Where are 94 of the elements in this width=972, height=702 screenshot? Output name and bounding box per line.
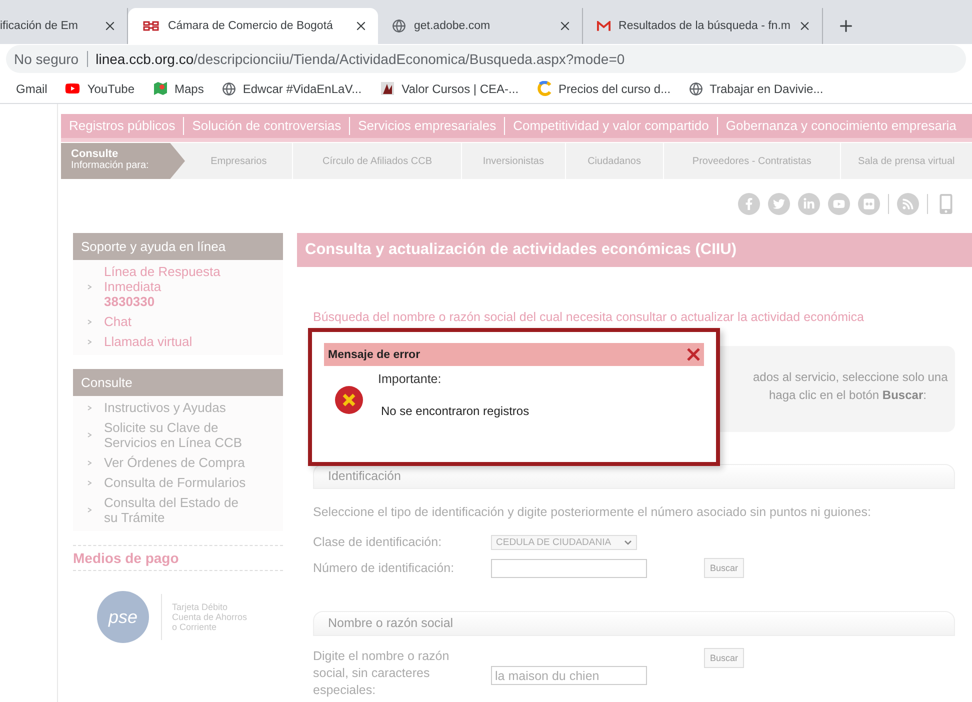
sidebar-heading: Soporte y ayuda en línea	[73, 233, 283, 260]
close-icon[interactable]	[103, 19, 117, 33]
bookmark[interactable]: Precios del curso d...	[536, 81, 671, 96]
browser-tab[interactable]: Cámara de Comercio de Bogotá	[128, 8, 378, 44]
select-field[interactable]: CEDULA DE CIUDADANIA	[491, 535, 637, 550]
nav-link[interactable]: Competitividad y valor compartido	[504, 117, 717, 135]
close-icon[interactable]	[354, 19, 368, 33]
sidebar-link[interactable]: Solicite su Clave de Servicios en Línea CCB	[87, 420, 283, 450]
sidebar-link[interactable]: Consulta del Estado de su Trámite	[87, 495, 283, 525]
chevron-icon	[87, 432, 92, 438]
security-label: No seguro	[14, 51, 88, 67]
info-text: haga clic en el botón Buscar:	[769, 388, 928, 402]
error-icon	[334, 385, 364, 415]
bookmark[interactable]: Gmail	[16, 82, 48, 96]
video-icon	[65, 81, 80, 96]
facebook-icon[interactable]	[738, 193, 760, 215]
rss-icon[interactable]	[897, 193, 919, 215]
sub-nav-title: Consulte	[71, 148, 120, 160]
intro-text: Búsqueda del nombre o razón social del cual necesita consultar o actualizar la actividad económica	[313, 310, 866, 324]
globe-icon	[688, 82, 703, 96]
sub-nav-link[interactable]: Proveedores - Contratistas	[662, 143, 840, 179]
bookmark[interactable]: Trabajar en Davivie...	[688, 82, 824, 96]
bookmark[interactable]: Maps	[152, 81, 204, 96]
sidebar-link[interactable]: Ver Órdenes de Compra	[87, 455, 283, 470]
page-title: Consulta y actualización de actividades económicas (CIIU)	[297, 233, 972, 267]
image-icon	[380, 81, 395, 96]
section-header: Nombre o razón social	[313, 611, 955, 636]
ring-icon	[536, 81, 552, 96]
sidebar-link-text: Llamada virtual	[104, 334, 192, 349]
chevron-icon	[87, 404, 92, 410]
chevron-icon	[87, 284, 92, 290]
globe-icon	[392, 19, 406, 33]
field-label: Digite el nombre o razón social, sin caracteres especiales:	[313, 648, 450, 699]
bookmark[interactable]: YouTube	[65, 81, 134, 96]
section-header: Identificación	[313, 464, 955, 489]
address-url: linea.ccb.org.co/descripcionciiu/Tienda/ActividadEconomica/Busqueda.aspx?mode=0	[96, 51, 625, 67]
sidebar-link-text: Línea de Respuesta Inmediata 3830330	[104, 264, 222, 309]
nav-link[interactable]: Registros públicos	[61, 117, 184, 135]
address-bar[interactable]: No seguro linea.ccb.org.co/descripcionciiu/Tienda/ActividadEconomica/Busqueda.aspx?mode=0	[6, 45, 966, 73]
chevron-icon	[87, 507, 92, 513]
input-field[interactable]: la maison du chien	[491, 666, 647, 685]
search-button[interactable]: Buscar	[704, 558, 744, 578]
map-icon	[152, 81, 168, 96]
payment-caption: Cuenta de Ahorros	[172, 612, 248, 622]
bookmark[interactable]: Valor Cursos | CEA-...	[380, 81, 519, 96]
instructions-text: Seleccione el tipo de identificación y digite posteriormente el número asociado sin puntos ni guiones:	[313, 505, 872, 519]
sidebar-link-text: Consulta del Estado de su Trámite	[104, 495, 240, 525]
payment-logo: pse	[97, 591, 149, 643]
chevron-icon	[87, 460, 92, 466]
sidebar-link[interactable]: Chat	[87, 314, 283, 329]
sub-nav-link[interactable]: Ciudadanos	[564, 143, 663, 179]
sidebar-heading: Consulte	[73, 369, 283, 396]
sidebar-link[interactable]: Llamada virtual	[87, 334, 283, 349]
sidebar-link-text: Instructivos y Ayudas	[104, 400, 227, 415]
sidebar-link-text: Solicite su Clave de Servicios en Línea CCB	[104, 420, 244, 450]
sub-nav-link[interactable]: Sala de prensa virtual	[840, 143, 972, 179]
new-tab-icon[interactable]	[837, 17, 855, 35]
nav-link[interactable]: Solución de controversias	[183, 117, 350, 135]
youtube-icon[interactable]	[828, 193, 850, 215]
linkedin-icon[interactable]	[798, 193, 820, 215]
sidebar-link-text: Chat	[104, 314, 132, 329]
chevron-icon	[87, 480, 92, 486]
sidebar-link-text: Consulta de Formularios	[104, 475, 247, 490]
nav-link[interactable]: Gobernanza y conocimiento empresaria	[716, 117, 964, 135]
sidebar-link[interactable]: Consulta de Formularios	[87, 475, 283, 490]
search-button[interactable]: Buscar	[704, 648, 744, 668]
input-field[interactable]	[491, 558, 647, 578]
globe-icon	[222, 82, 236, 96]
payment-caption: Tarjeta Débito	[172, 602, 229, 612]
field-label: Clase de identificación:	[313, 534, 443, 551]
payment-caption: o Corriente	[172, 622, 218, 632]
nav-link[interactable]: Servicios empresariales	[349, 117, 504, 135]
section-title: Medios de pago	[73, 545, 283, 571]
flickr-icon[interactable]	[858, 193, 880, 215]
sidebar-link[interactable]: Instructivos y Ayudas	[87, 400, 283, 415]
chevron-icon	[87, 338, 92, 344]
close-icon[interactable]	[558, 19, 572, 33]
sub-nav-subtitle: Información para:	[71, 160, 150, 171]
twitter-icon[interactable]	[768, 193, 790, 215]
sidebar-link-text: Ver Órdenes de Compra	[104, 455, 246, 470]
dialog-title: Mensaje de error	[328, 348, 420, 360]
chevron-down-icon	[624, 540, 632, 545]
dialog-heading: Importante:	[378, 372, 442, 386]
dialog-message: No se encontraron registros	[381, 404, 530, 418]
field-label: Número de identificación:	[313, 560, 456, 576]
sub-nav-link[interactable]: Círculo de Afiliados CCB	[292, 143, 462, 179]
sub-nav-link[interactable]: Inversionistas	[461, 143, 565, 179]
sub-nav-link[interactable]: Empresarios	[185, 143, 292, 179]
bookmark[interactable]: Edwcar #VidaEnLaV...	[222, 82, 362, 96]
logo-icon	[142, 20, 160, 32]
chevron-icon	[87, 318, 92, 324]
info-text: ados al servicio, seleccione solo una	[753, 370, 949, 384]
mail-icon	[597, 20, 611, 32]
sidebar-link[interactable]: Línea de Respuesta Inmediata 3830330	[87, 264, 283, 309]
